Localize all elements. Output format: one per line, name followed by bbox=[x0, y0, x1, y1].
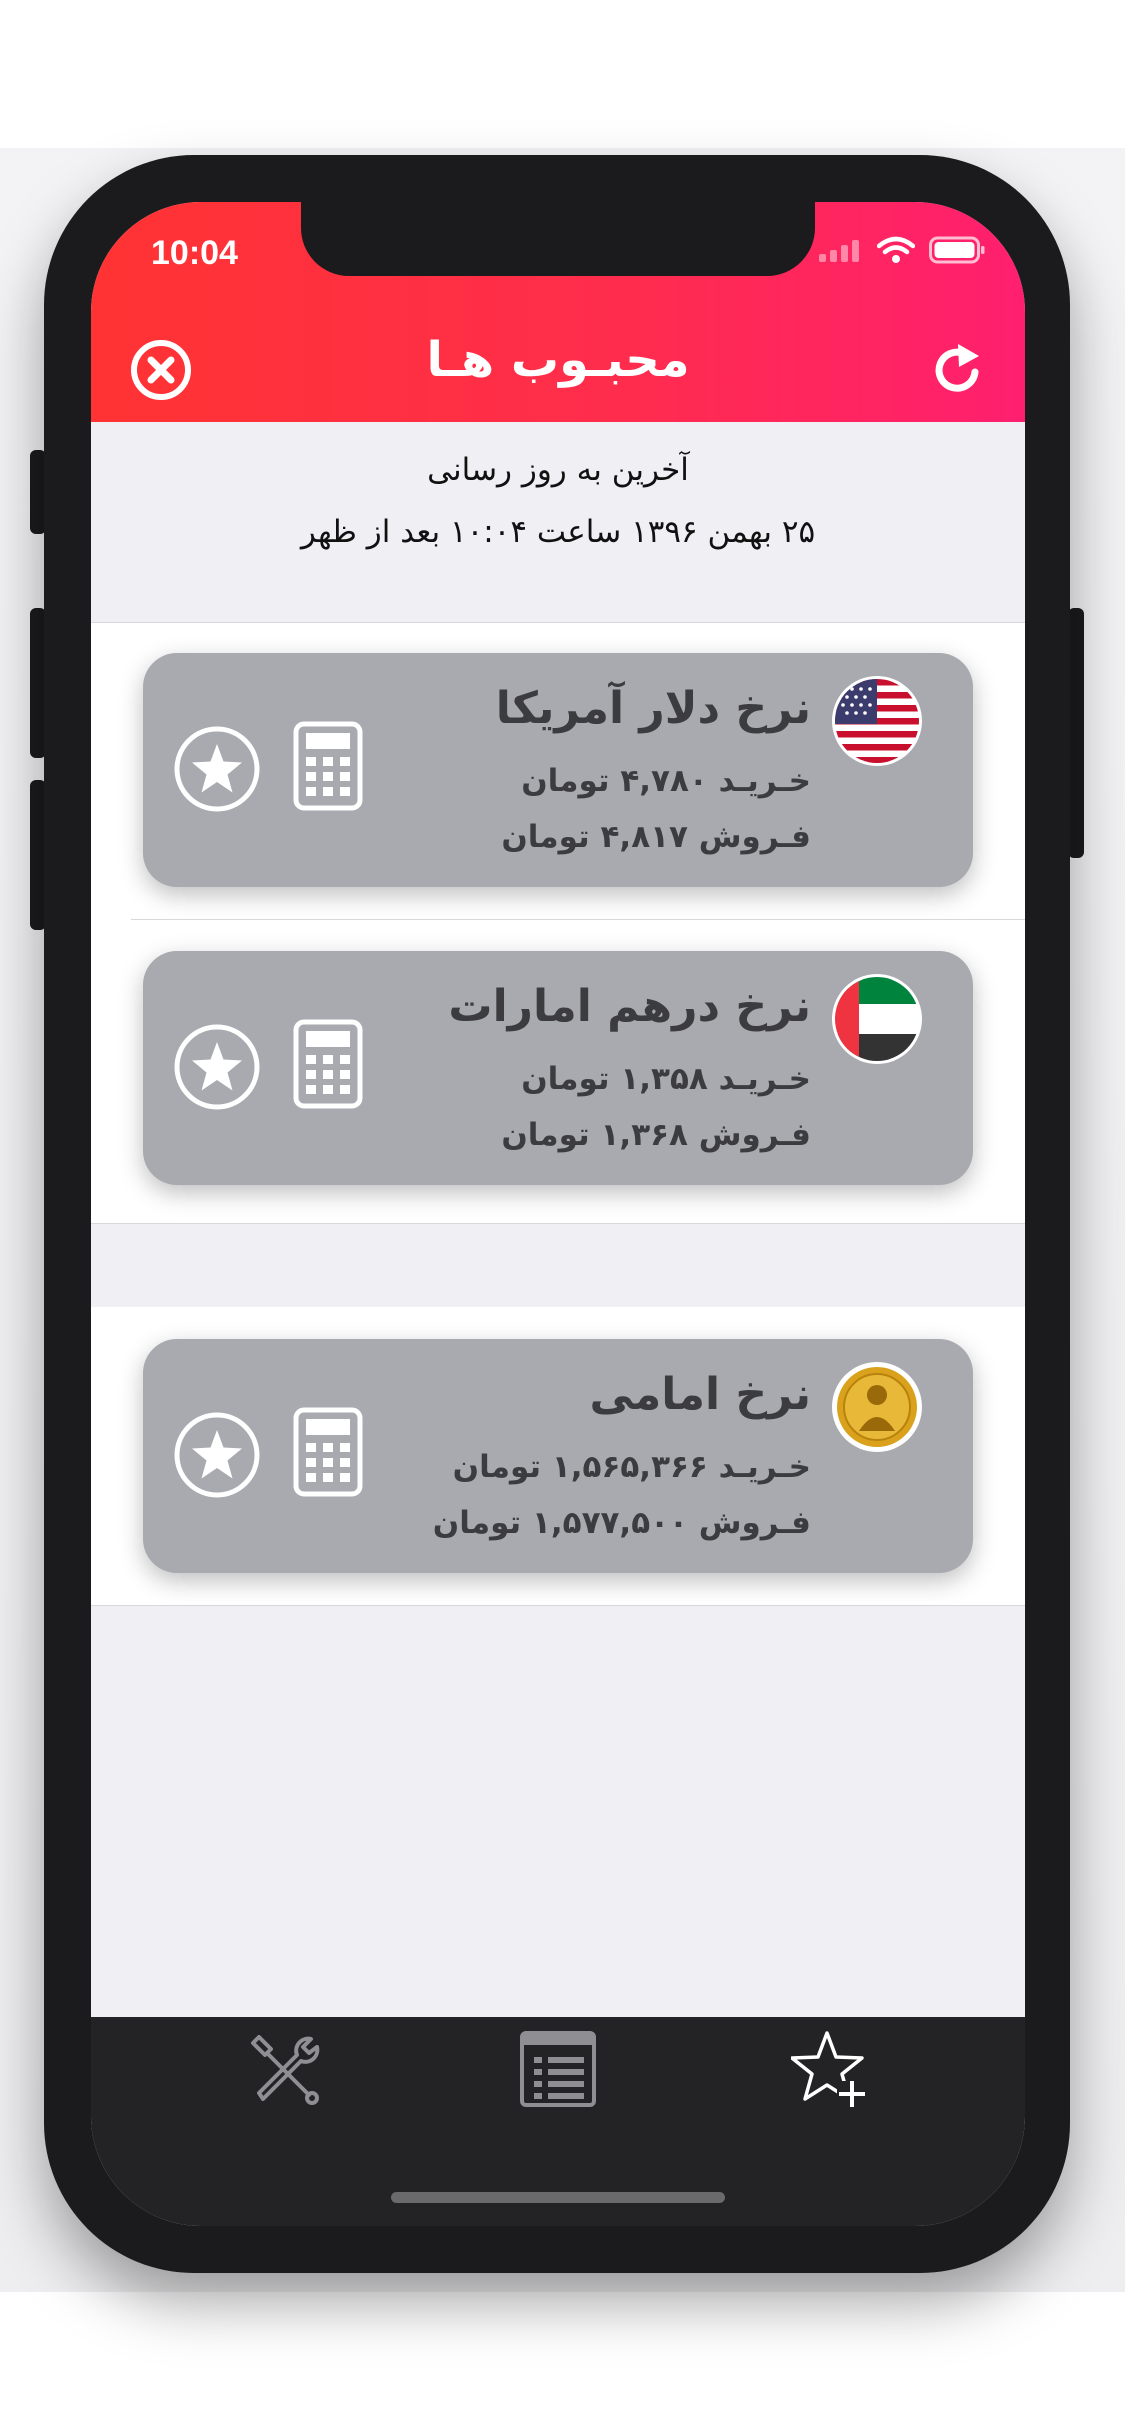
tools-icon[interactable] bbox=[245, 2029, 325, 2109]
news-list-icon[interactable] bbox=[518, 2029, 598, 2109]
buy-price: خـریـد ۴,۷۸۰ تومان bbox=[521, 763, 811, 799]
wifi-icon bbox=[877, 236, 915, 263]
sell-price: فـروش ۴,۸۱۷ تومان bbox=[501, 819, 811, 855]
favorite-star-icon[interactable] bbox=[173, 725, 261, 813]
currency-card-aed[interactable]: نرخ درهم امارات خـریـد ۱,۳۵۸ تومان فـروش… bbox=[143, 951, 973, 1185]
navigation-header: 10:04 محبـوب هـا bbox=[91, 202, 1025, 422]
calculator-icon[interactable] bbox=[293, 1407, 363, 1497]
favorite-star-icon[interactable] bbox=[173, 1023, 261, 1111]
currency-section: نرخ دلار آمریکا خـریـد ۴,۷۸۰ تومان فـروش… bbox=[91, 623, 1025, 1224]
page-title: محبـوب هـا bbox=[426, 332, 690, 388]
favorite-star-icon[interactable] bbox=[173, 1411, 261, 1499]
buy-price: خـریـد ۱,۳۵۸ تومان bbox=[521, 1061, 811, 1097]
status-icons bbox=[819, 236, 985, 264]
sell-price: فـروش ۱,۵۷۷,۵۰۰ تومان bbox=[432, 1505, 811, 1541]
notch bbox=[301, 202, 815, 276]
row-divider bbox=[131, 919, 1025, 920]
last-update-label: آخرین به روز رسانی bbox=[427, 452, 689, 488]
battery-icon bbox=[929, 236, 985, 264]
currency-title: نرخ امامی bbox=[589, 1369, 811, 1420]
gold-coin-icon bbox=[832, 1362, 922, 1452]
calculator-icon[interactable] bbox=[293, 1019, 363, 1109]
signal-icon bbox=[819, 240, 859, 262]
home-indicator bbox=[391, 2192, 725, 2203]
buy-price: خـریـد ۱,۵۶۵,۳۶۶ تومان bbox=[452, 1449, 811, 1485]
calculator-icon[interactable] bbox=[293, 721, 363, 811]
currency-card-usd[interactable]: نرخ دلار آمریکا خـریـد ۴,۷۸۰ تومان فـروش… bbox=[143, 653, 973, 887]
us-flag-icon bbox=[832, 676, 922, 766]
last-update-datetime: ۲۵ بهمن ۱۳۹۶ ساعت ۱۰:۰۴ بعد از ظهر bbox=[300, 514, 816, 550]
refresh-icon[interactable] bbox=[925, 338, 989, 402]
last-update-panel: آخرین به روز رسانی ۲۵ بهمن ۱۳۹۶ ساعت ۱۰:… bbox=[91, 422, 1025, 623]
currency-title: نرخ دلار آمریکا bbox=[495, 683, 811, 734]
sell-price: فـروش ۱,۳۶۸ تومان bbox=[501, 1117, 811, 1153]
coin-section: نرخ امامی خـریـد ۱,۵۶۵,۳۶۶ تومان فـروش ۱… bbox=[91, 1307, 1025, 1606]
currency-title: نرخ درهم امارات bbox=[448, 981, 811, 1032]
uae-flag-icon bbox=[832, 974, 922, 1064]
add-favorite-icon[interactable] bbox=[791, 2029, 871, 2109]
status-time: 10:04 bbox=[151, 234, 238, 272]
power-button bbox=[1068, 608, 1084, 858]
coin-card-emami[interactable]: نرخ امامی خـریـد ۱,۵۶۵,۳۶۶ تومان فـروش ۱… bbox=[143, 1339, 973, 1573]
app-screen: 10:04 محبـوب هـا آخرین به روز رسانی ۲۵ ب… bbox=[91, 202, 1025, 2226]
